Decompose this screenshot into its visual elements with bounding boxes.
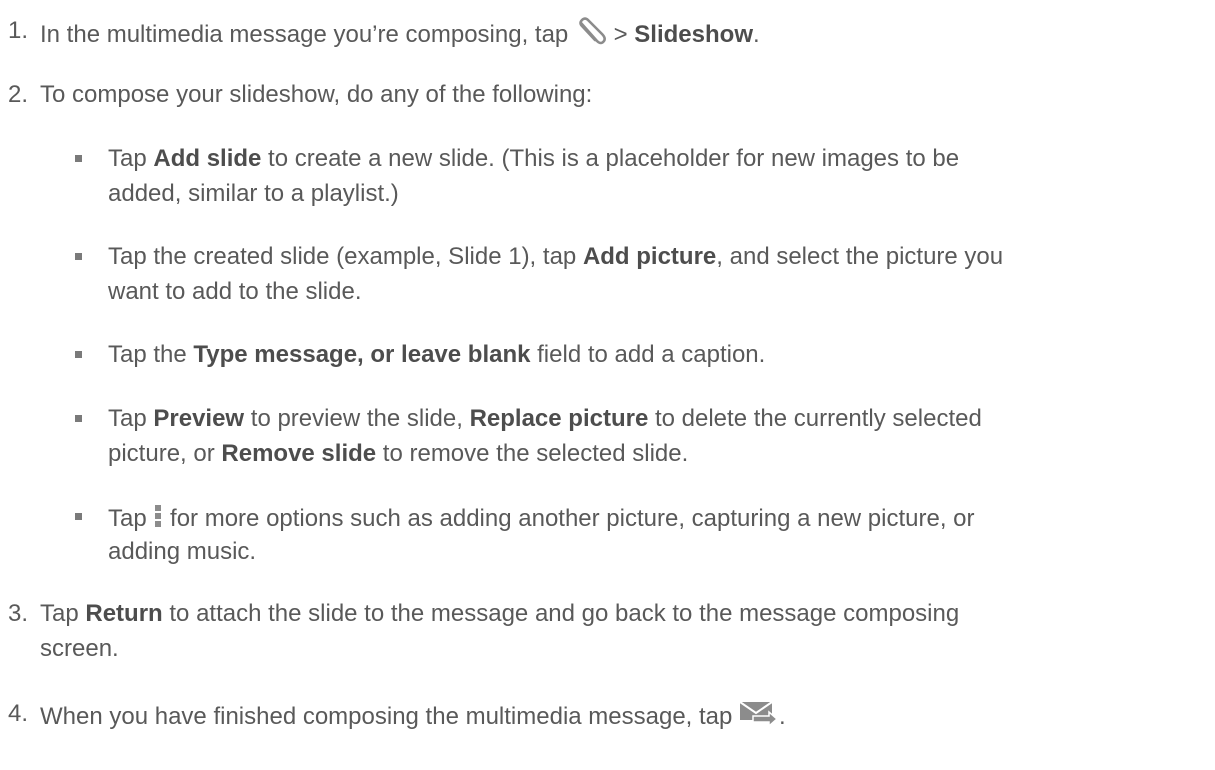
text-run: to remove the selected slide. <box>376 440 689 467</box>
text-run: . <box>779 702 786 730</box>
text-run: want to add to the slide. <box>108 278 362 305</box>
text-run: Tap <box>108 145 154 172</box>
text-run: for more options such as adding another … <box>163 504 975 532</box>
text-run: Tap <box>108 504 154 532</box>
step-1-number: 1. <box>8 17 29 44</box>
bold-preview: Preview <box>153 405 245 432</box>
menu-icon <box>153 503 163 536</box>
text-run: Tap the <box>108 341 194 368</box>
step-3-line-2: screen. <box>40 635 119 663</box>
text-run: to attach the slide to the message and g… <box>162 600 960 627</box>
step-1-text: In the multimedia message you’re composi… <box>40 17 760 54</box>
text-run: Tap <box>108 405 154 432</box>
bullet-1-line-2: added, similar to a playlist.) <box>108 180 399 208</box>
bullet-marker <box>75 253 82 260</box>
bold-add-picture: Add picture <box>582 243 717 270</box>
bullet-5-line-1: Tap for more options such as adding anot… <box>108 503 975 536</box>
bullet-4-line-1: Tap Preview to preview the slide, Replac… <box>108 405 982 433</box>
bullet-3-line-1: Tap the Type message, or leave blank fie… <box>108 341 765 369</box>
text-run: Tap <box>40 600 86 627</box>
bullet-4-line-2: picture, or Remove slide to remove the s… <box>108 440 688 468</box>
bullet-5-line-2: adding music. <box>108 538 256 566</box>
step-2-number: 2. <box>8 81 29 108</box>
text-run: When you have finished composing the mul… <box>40 702 740 730</box>
bullet-marker <box>75 513 82 520</box>
step-2-text: To compose your slideshow, do any of the… <box>40 81 593 108</box>
paperclip-icon <box>575 17 607 54</box>
step-4-number: 4. <box>8 700 29 727</box>
text-run: , and select the picture you <box>716 243 1004 270</box>
bold-replace-picture: Replace picture <box>469 405 649 432</box>
text-run: to preview the slide, <box>244 405 470 432</box>
step-1-bold-slideshow: Slideshow <box>634 20 753 48</box>
bullet-2-line-2: want to add to the slide. <box>108 278 362 306</box>
bullet-2-line-1: Tap the created slide (example, Slide 1)… <box>108 243 1003 271</box>
text-run: added, similar to a playlist.) <box>108 180 399 207</box>
send-mms-icon <box>739 700 779 735</box>
step-1-text-c: . <box>752 20 760 48</box>
step-3-number: 3. <box>8 600 29 627</box>
bullet-marker <box>75 415 82 422</box>
step-1-text-b: > <box>606 20 635 48</box>
text-run: Tap the created slide (example, Slide 1)… <box>108 243 583 270</box>
text-run: to delete the currently selected <box>648 405 982 432</box>
bullet-1-line-1: Tap Add slide to create a new slide. (Th… <box>108 145 959 173</box>
bold-return: Return <box>85 600 163 627</box>
text-run: screen. <box>40 635 119 662</box>
text-run: adding music. <box>108 538 257 565</box>
step-4-text: When you have finished composing the mul… <box>40 700 786 735</box>
bold-add-slide: Add slide <box>153 145 262 172</box>
bold-type-message: Type message, or leave blank <box>193 341 531 368</box>
text-run: field to add a caption. <box>530 341 766 368</box>
bullet-marker <box>75 155 82 162</box>
step-3-line-1: Tap Return to attach the slide to the me… <box>40 600 959 628</box>
text-run: picture, or <box>108 440 222 467</box>
bold-remove-slide: Remove slide <box>221 440 377 467</box>
step-1-text-a: In the multimedia message you’re composi… <box>40 20 575 48</box>
bullet-marker <box>75 351 82 358</box>
text-run: to create a new slide. (This is a placeh… <box>261 145 960 172</box>
